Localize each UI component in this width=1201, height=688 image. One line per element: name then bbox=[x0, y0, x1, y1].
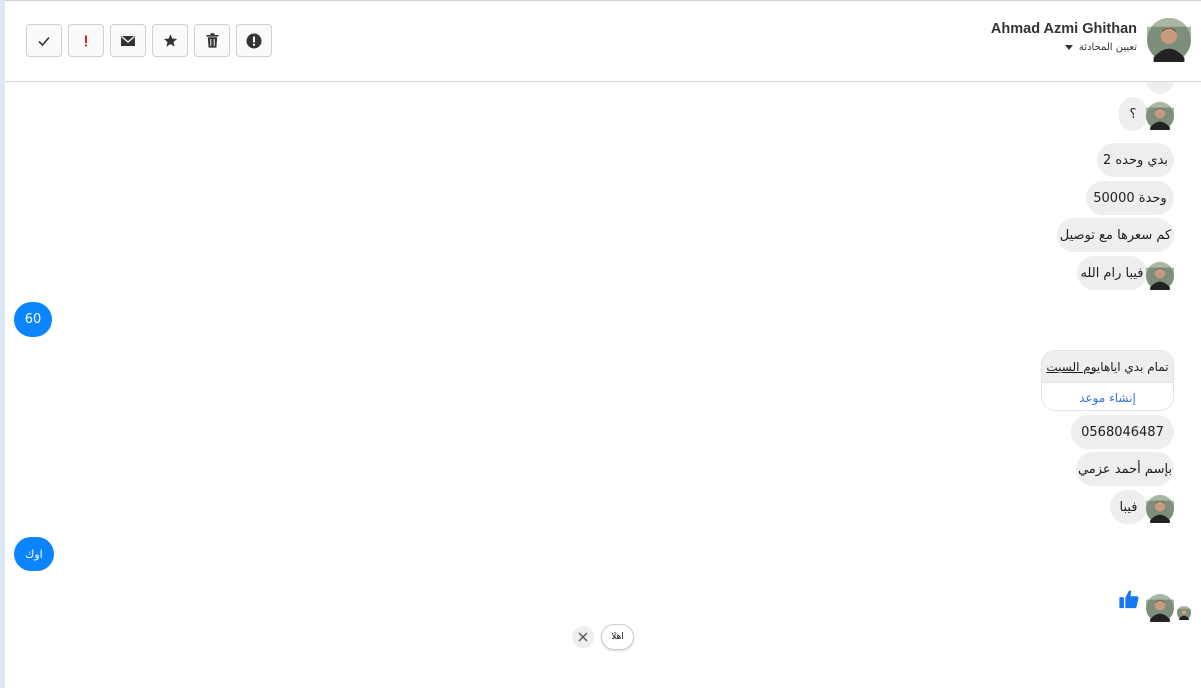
assign-label: تعيين المحادثة bbox=[1078, 42, 1137, 53]
exclamation-icon bbox=[85, 35, 87, 46]
check-icon bbox=[38, 36, 50, 46]
message-bubble: بإسم أحمد عزمي bbox=[1076, 452, 1174, 486]
sender-avatar bbox=[1146, 102, 1174, 130]
seen-avatar bbox=[1177, 606, 1191, 620]
report-spam-button[interactable] bbox=[236, 24, 272, 57]
quick-reply-chip[interactable]: اهلا bbox=[601, 624, 634, 650]
card-text-before: تمام بدي اياها bbox=[1100, 359, 1169, 374]
assign-conversation-dropdown[interactable]: تعيين المحادثة bbox=[1064, 42, 1137, 53]
trash-icon bbox=[206, 33, 218, 48]
message-bubble: وحدة 50000 bbox=[1086, 181, 1174, 215]
message-bubble: ؟ bbox=[1119, 97, 1147, 131]
sender-avatar bbox=[1146, 262, 1174, 290]
appointment-suggestion-card: تمام بدي اياها يوم السبت إنشاء موعد bbox=[1041, 350, 1174, 411]
card-message-text: تمام بدي اياها يوم السبت bbox=[1042, 351, 1173, 382]
message-bubble: كم سعرها مع توصيل bbox=[1057, 218, 1174, 252]
mark-done-button[interactable] bbox=[26, 24, 62, 57]
card-date-link[interactable]: يوم السبت bbox=[1046, 360, 1100, 374]
envelope-icon bbox=[121, 35, 135, 46]
star-button[interactable] bbox=[152, 24, 188, 57]
alert-circle-icon bbox=[246, 33, 262, 48]
star-icon bbox=[163, 34, 177, 47]
message-bubble-outgoing: 60 bbox=[14, 302, 52, 337]
conversation-header: Ahmad Azmi Ghithan تعيين المحادثة bbox=[5, 1, 1201, 82]
message-bubble: بدي وحده 2 bbox=[1097, 143, 1174, 177]
delete-button[interactable] bbox=[194, 24, 230, 57]
dismiss-quick-reply-button[interactable] bbox=[572, 626, 594, 648]
action-toolbar bbox=[26, 24, 272, 57]
contact-name: Ahmad Azmi Ghithan bbox=[990, 21, 1137, 37]
message-bubble: فيبا bbox=[1110, 490, 1147, 524]
create-appointment-button[interactable]: إنشاء موعد bbox=[1042, 382, 1173, 410]
message-bubble-cut bbox=[1146, 82, 1174, 94]
message-list: ؟ بدي وحده 2 وحدة 50000 كم سعرها مع توصي… bbox=[5, 82, 1201, 688]
mark-unread-button[interactable] bbox=[110, 24, 146, 57]
message-bubble: فيبا رام الله bbox=[1077, 256, 1147, 290]
close-icon bbox=[578, 632, 588, 642]
mark-important-button[interactable] bbox=[68, 24, 104, 57]
message-bubble: 0568046487 bbox=[1071, 415, 1174, 449]
contact-avatar bbox=[1147, 18, 1191, 62]
sender-avatar bbox=[1146, 495, 1174, 523]
message-bubble-outgoing: اوك bbox=[14, 537, 54, 571]
thumbs-up-icon bbox=[1119, 590, 1139, 609]
caret-down-icon bbox=[1064, 45, 1073, 50]
sender-avatar bbox=[1146, 594, 1174, 622]
